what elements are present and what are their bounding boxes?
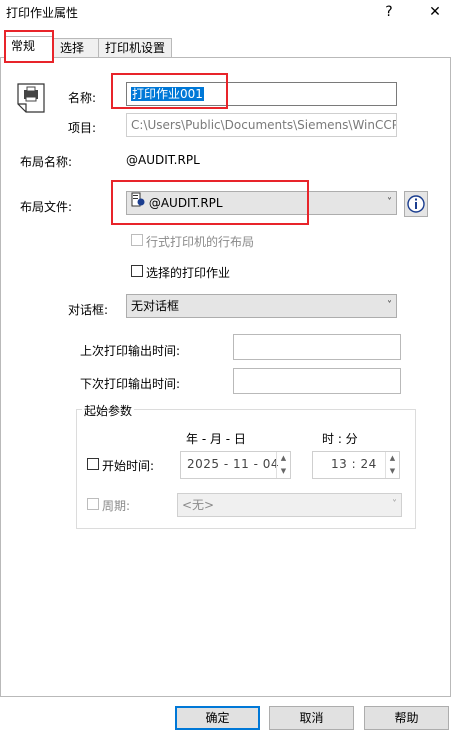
project-input[interactable]: C:\Users\Public\Documents\Siemens\WinCCP… [126,113,397,137]
spin-down-icon[interactable]: ▼ [386,465,399,478]
name-label: 名称: [68,91,97,105]
time-spinner[interactable]: 13 : 24 ▲ ▼ [312,451,400,479]
spin-up-icon[interactable]: ▲ [386,452,399,465]
selected-job-checkbox[interactable] [131,265,143,277]
period-value: <无> [182,498,215,512]
period-label: 周期: [102,499,131,513]
layout-info-button[interactable] [404,191,428,217]
close-button[interactable]: ✕ [420,0,450,24]
date-header: 年 - 月 - 日 [186,432,246,446]
name-input[interactable]: 打印作业001 [126,82,397,106]
next-print-label: 下次打印输出时间: [80,377,181,391]
period-select[interactable]: <无> ˅ [177,493,402,517]
line-layout-label: 行式打印机的行布局 [146,235,255,249]
ok-button[interactable]: 确定 [175,706,260,730]
chevron-down-icon: ˅ [387,300,392,311]
time-value: 13 : 24 [331,457,377,471]
chevron-down-icon: ˅ [392,499,397,510]
date-value: 2025 - 11 - 04 [187,457,279,471]
date-spinner[interactable]: 2025 - 11 - 04 ▲ ▼ [180,451,291,479]
time-header: 时 : 分 [322,432,358,446]
start-time-label: 开始时间: [102,459,155,473]
chevron-down-icon: ˅ [387,197,392,208]
layout-file-select[interactable]: @AUDIT.RPL ˅ [126,191,397,215]
info-icon [407,195,425,213]
help-footer-button[interactable]: 帮助 [364,706,449,730]
tab-selection[interactable]: 选择 [53,38,99,58]
layout-name-label: 布局名称: [20,155,73,169]
line-layout-checkbox[interactable] [131,234,143,246]
project-label: 项目: [68,121,97,135]
layout-name-value: @AUDIT.RPL [126,153,200,167]
tab-bar: 常规 选择 打印机设置 [0,36,452,59]
spin-down-icon[interactable]: ▼ [277,465,290,478]
last-print-input[interactable] [233,334,401,360]
last-print-label: 上次打印输出时间: [80,344,181,358]
tab-printer-settings[interactable]: 打印机设置 [98,38,172,58]
layout-file-value: @AUDIT.RPL [148,196,223,210]
start-time-checkbox[interactable] [87,458,99,470]
tab-general[interactable]: 常规 [4,36,54,59]
spin-up-icon[interactable]: ▲ [277,452,290,465]
dialog-select[interactable]: 无对话框 ˅ [126,294,397,318]
layout-file-icon [131,192,145,215]
dialog-value: 无对话框 [131,299,180,313]
cancel-button[interactable]: 取消 [269,706,354,730]
selected-job-label: 选择的打印作业 [146,266,231,280]
print-job-icon [16,82,46,116]
start-params-title: 起始参数 [82,402,135,419]
window-title: 打印作业属性 [6,6,79,20]
next-print-input[interactable] [233,368,401,394]
name-input-value: 打印作业001 [131,87,204,101]
help-button[interactable]: ? [374,0,404,24]
layout-file-label: 布局文件: [20,200,73,214]
period-checkbox[interactable] [87,498,99,510]
dialog-label: 对话框: [68,303,109,317]
